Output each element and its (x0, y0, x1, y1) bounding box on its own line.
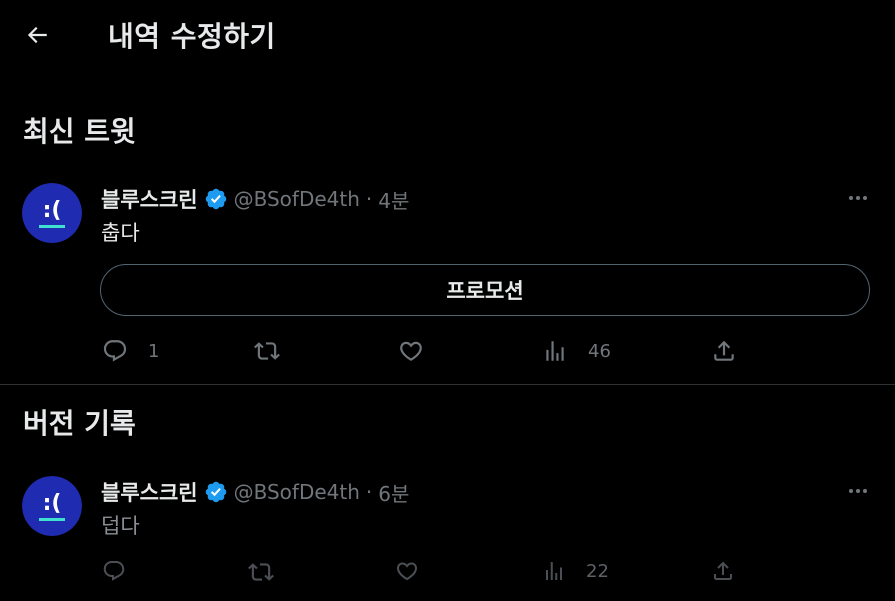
retweet-button[interactable] (254, 338, 300, 364)
views-count: 46 (588, 340, 611, 362)
like-button[interactable] (398, 338, 444, 364)
author-handle[interactable]: @BSofDe4th (234, 187, 360, 211)
retweet-icon (254, 342, 280, 360)
author-handle[interactable]: @BSofDe4th (234, 480, 360, 504)
more-options-button[interactable] (840, 185, 876, 211)
version-history-heading: 버전 기록 (23, 407, 136, 440)
tweet-text: 춥다 (101, 221, 140, 245)
heart-icon (396, 562, 418, 581)
views-button[interactable]: 22 (542, 559, 609, 583)
tweet-text: 덥다 (101, 514, 140, 538)
latest-tweet-heading: 최신 트윗 (23, 115, 136, 148)
tweet-author: 블루스크린 @BSofDe4th · 6분 (101, 477, 409, 507)
share-icon (714, 340, 734, 361)
reply-count: 1 (148, 340, 160, 362)
top-header: 내역 수정하기 (0, 0, 895, 70)
share-icon (714, 561, 732, 580)
views-count: 22 (586, 560, 609, 582)
like-button[interactable] (395, 559, 439, 583)
heart-icon (400, 341, 422, 361)
verified-badge-icon (205, 481, 226, 503)
retweet-icon (248, 563, 274, 581)
reply-button[interactable] (102, 559, 146, 583)
page-title: 내역 수정하기 (108, 20, 276, 53)
reply-icon (103, 340, 127, 362)
promote-button[interactable]: 프로모션 (100, 264, 870, 316)
views-button[interactable]: 46 (542, 338, 611, 364)
tweet-author: 블루스크린 @BSofDe4th · 4분 (101, 184, 409, 214)
meta-separator: · (365, 187, 373, 211)
meta-separator: · (365, 480, 373, 504)
avatar[interactable]: :( (22, 476, 82, 536)
author-name[interactable]: 블루스크린 (101, 184, 198, 214)
more-icon (849, 196, 867, 200)
section-divider (0, 384, 895, 385)
avatar-face-text: :( (43, 491, 62, 516)
share-button[interactable] (711, 338, 737, 364)
back-button[interactable] (14, 14, 60, 56)
more-icon (849, 489, 867, 493)
avatar-face-text: :( (43, 198, 62, 223)
retweet-button[interactable] (248, 559, 294, 585)
avatar[interactable]: :( (22, 183, 82, 243)
reply-button[interactable]: 1 (102, 338, 159, 364)
author-name[interactable]: 블루스크린 (101, 477, 198, 507)
avatar-image: :( (22, 183, 82, 243)
verified-badge-icon (205, 188, 226, 210)
arrow-left-icon (27, 26, 47, 44)
reply-icon (103, 561, 125, 581)
views-icon (546, 341, 564, 361)
avatar-image: :( (22, 476, 82, 536)
views-icon (546, 562, 562, 580)
more-options-button[interactable] (840, 478, 876, 504)
tweet-time[interactable]: 6분 (378, 478, 409, 507)
tweet-time[interactable]: 4분 (378, 185, 409, 214)
share-button[interactable] (711, 559, 735, 583)
